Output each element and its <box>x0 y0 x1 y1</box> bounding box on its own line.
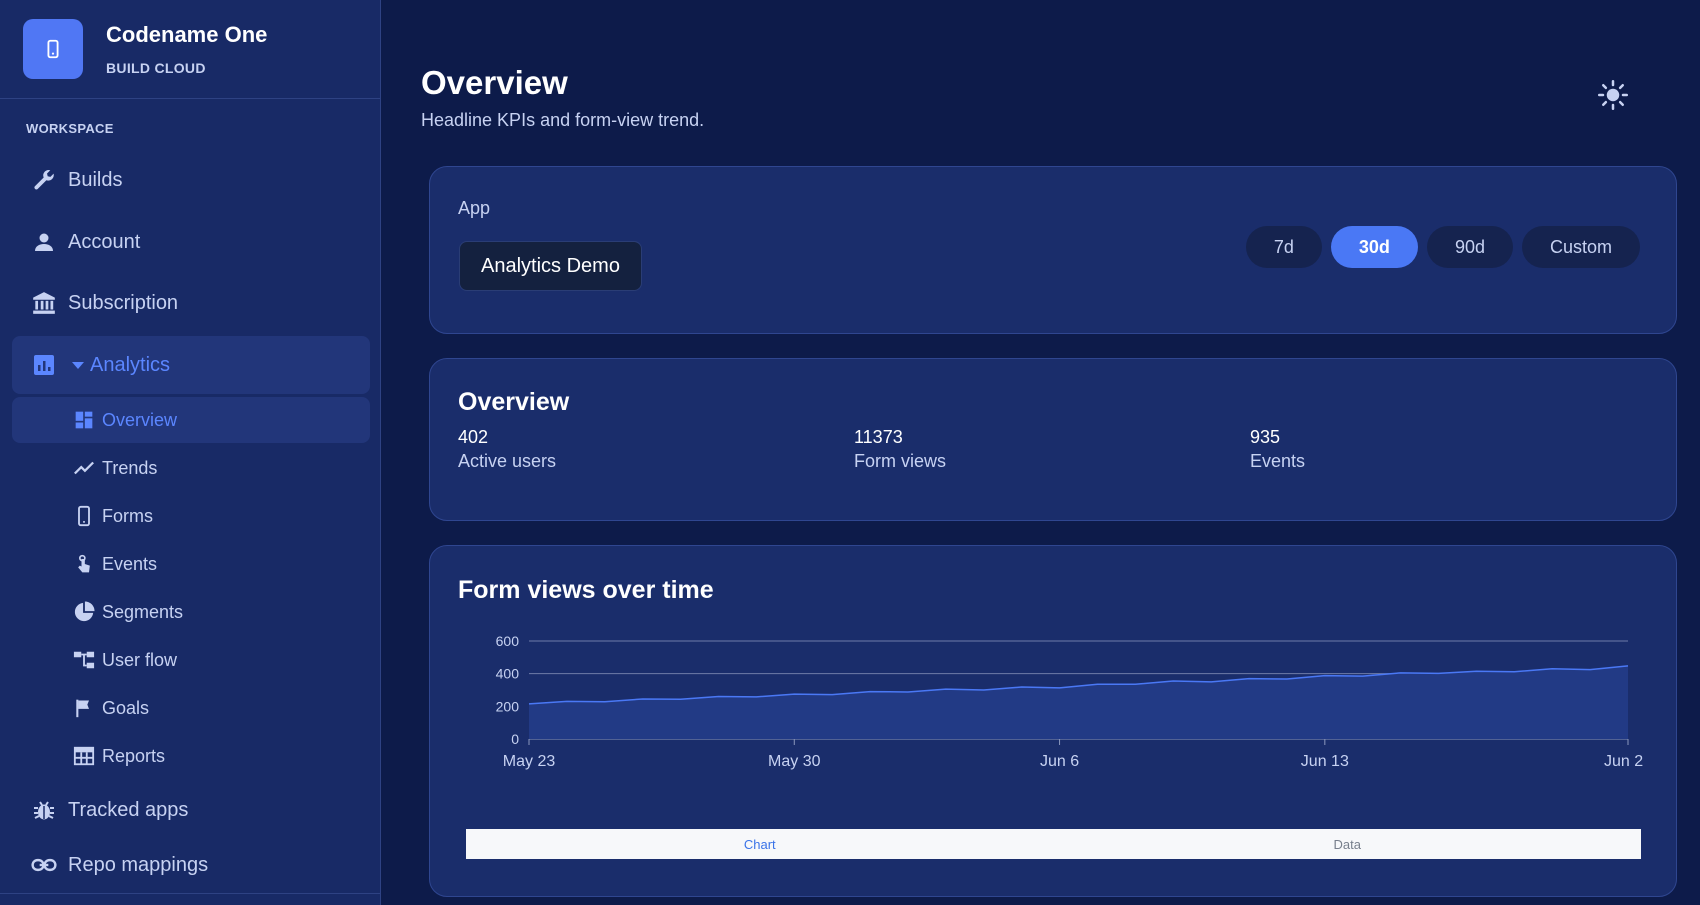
sidebar-subitem-trends[interactable]: Trends <box>12 445 370 491</box>
sidebar: Codename One BUILD CLOUD WORKSPACE Build… <box>0 0 381 905</box>
app-label: App <box>458 198 491 218</box>
sidebar-subitem-segments[interactable]: Segments <box>12 589 370 635</box>
kpi-value: 935 <box>1250 427 1281 447</box>
sidebar-subitem-user-flow[interactable]: User flow <box>12 637 370 683</box>
flag-icon <box>72 696 96 720</box>
phone-icon <box>23 19 83 79</box>
sidebar-subitem-events[interactable]: Events <box>12 541 370 587</box>
sidebar-subitem-label: Events <box>102 553 158 574</box>
chart-title: Form views over time <box>458 576 714 604</box>
brand-subtitle: BUILD CLOUD <box>106 60 206 76</box>
sidebar-subitem-goals[interactable]: Goals <box>12 685 370 731</box>
person-icon <box>30 228 58 256</box>
kpi-label: Active users <box>458 451 557 471</box>
sidebar-subitem-label: Forms <box>102 505 153 526</box>
range-group: 7d 30d 90d Custom <box>1245 226 1640 268</box>
tab-data[interactable]: Data <box>1054 829 1642 859</box>
overview-card: Overview 402 Active users 11373 Form vie… <box>429 358 1677 521</box>
pie-icon <box>72 600 96 624</box>
kpi-value: 11373 <box>854 427 903 447</box>
kpi-events: 935 Events <box>1250 427 1305 472</box>
sidebar-item-label: Account <box>68 230 141 253</box>
section-label: WORKSPACE <box>26 121 114 136</box>
sidebar-item-label: Builds <box>68 168 123 191</box>
sidebar-item-account[interactable]: Account <box>12 213 370 271</box>
app-filter-card: App Analytics Demo 7d 30d 90d Custom <box>429 166 1677 334</box>
sidebar-divider <box>0 893 380 894</box>
sidebar-subitem-label: Segments <box>102 601 184 622</box>
sidebar-item-builds[interactable]: Builds <box>12 151 370 209</box>
range-90d-button[interactable]: 90d <box>1426 226 1513 268</box>
sidebar-item-analytics[interactable]: Analytics <box>12 336 370 394</box>
tab-chart[interactable]: Chart <box>466 829 1054 859</box>
trend-icon <box>72 456 96 480</box>
range-7d-button[interactable]: 7d <box>1245 226 1322 268</box>
kpi-label: Form views <box>854 451 947 471</box>
phone-icon <box>72 504 96 528</box>
y-tick-label: 400 <box>496 666 520 682</box>
sidebar-subitem-overview[interactable]: Overview <box>12 397 370 443</box>
app-select[interactable]: Analytics Demo <box>459 241 642 291</box>
x-tick-label: May 23 <box>503 753 556 770</box>
sidebar-item-label: Tracked apps <box>68 798 189 821</box>
table-icon <box>72 744 96 768</box>
brand: Codename One BUILD CLOUD <box>0 0 380 99</box>
sidebar-subitem-forms[interactable]: Forms <box>12 493 370 539</box>
touch-icon <box>72 552 96 576</box>
area-fill <box>529 665 1628 739</box>
y-tick-label: 600 <box>496 633 520 649</box>
sidebar-item-subscription[interactable]: Subscription <box>12 274 370 332</box>
x-tick-label: Jun 2 <box>1604 753 1643 770</box>
bug-icon <box>30 796 58 824</box>
link-icon <box>30 851 58 879</box>
kpi-label: Events <box>1250 451 1306 471</box>
brand-name: Codename One <box>106 22 268 47</box>
sidebar-item-label: Subscription <box>68 291 179 314</box>
kpi-value: 402 <box>458 427 489 447</box>
bank-icon <box>30 289 58 317</box>
range-30d-button[interactable]: 30d <box>1330 226 1418 268</box>
sidebar-subitem-label: Trends <box>102 457 158 478</box>
x-tick-label: Jun 13 <box>1301 753 1349 770</box>
theme-toggle-button[interactable] <box>1598 79 1628 115</box>
x-tick-label: Jun 6 <box>1040 753 1079 770</box>
flow-icon <box>72 648 96 672</box>
analytics-icon <box>30 351 58 379</box>
sidebar-subitem-reports[interactable]: Reports <box>12 733 370 779</box>
x-tick-label: May 30 <box>768 753 821 770</box>
sidebar-item-label: Repo mappings <box>68 853 209 876</box>
y-tick-label: 200 <box>496 698 520 714</box>
sidebar-item-label: Analytics <box>90 353 171 376</box>
sidebar-item-tracked-apps[interactable]: Tracked apps <box>12 781 370 839</box>
sidebar-subitem-label: Overview <box>102 409 178 430</box>
sidebar-subitem-label: User flow <box>102 649 178 670</box>
page-title: Overview <box>421 64 568 101</box>
kpi-active-users: 402 Active users <box>458 427 556 472</box>
kpi-form-views: 11373 Form views <box>854 427 946 472</box>
sun-icon <box>1598 79 1628 115</box>
chart-tabbar: Chart Data <box>466 829 1641 859</box>
overview-title: Overview <box>458 388 570 416</box>
y-tick-label: 0 <box>511 731 519 747</box>
sidebar-item-repo-mappings[interactable]: Repo mappings <box>12 836 370 894</box>
chevron-down-icon <box>72 361 84 369</box>
sidebar-subitem-label: Reports <box>102 745 166 766</box>
range-custom-button[interactable]: Custom <box>1521 226 1640 268</box>
dashboard-icon <box>72 408 96 432</box>
chart-card: 0 200 400 600 May 23 May 30 Jun 6 Jun 13 Jun 2 F… <box>429 545 1677 897</box>
wrench-icon <box>30 166 58 194</box>
page-subtitle: Headline KPIs and form-view trend. <box>421 110 705 130</box>
sidebar-subitem-label: Goals <box>102 697 150 718</box>
